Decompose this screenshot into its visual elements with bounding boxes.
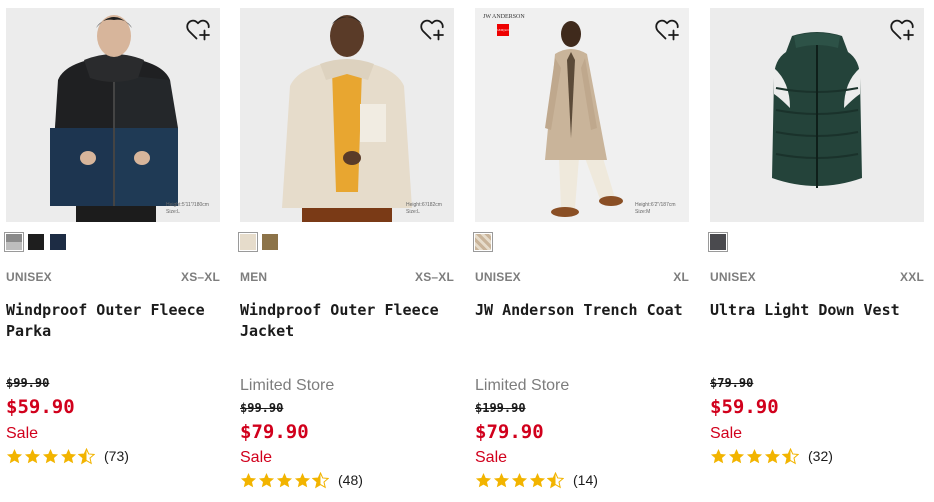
color-swatch-cream[interactable]	[238, 232, 258, 252]
star-icon	[728, 448, 745, 465]
model-height: Height:6'2"/187cm	[635, 202, 676, 208]
half-star-icon	[312, 472, 329, 489]
product-meta: UNISEX XL	[475, 270, 689, 284]
original-price: $99.90	[240, 401, 284, 415]
product-name[interactable]: Windproof Outer Fleece Parka	[6, 300, 220, 342]
original-price: $79.90	[710, 376, 754, 390]
wishlist-heart-plus-icon[interactable]	[185, 17, 211, 43]
sale-badge: Sale	[475, 449, 508, 466]
color-swatches	[4, 232, 72, 252]
star-rating	[240, 472, 329, 489]
sale-badge: Sale	[240, 449, 273, 466]
model-height: Height:5'11"/180cm	[166, 202, 209, 208]
sale-price: $79.90	[240, 421, 309, 443]
size-range: XXL	[900, 270, 924, 284]
product-meta: UNISEX XS–XL	[6, 270, 220, 284]
model-height: Height:6'/182cm	[406, 202, 442, 208]
sale-badge: Sale	[6, 425, 39, 442]
star-icon	[294, 472, 311, 489]
star-rating	[475, 472, 564, 489]
sale-price: $59.90	[6, 396, 75, 418]
color-swatch-black[interactable]	[28, 234, 44, 250]
color-swatch-dark-gray[interactable]	[708, 232, 728, 252]
gender-label: MEN	[240, 270, 268, 284]
gender-label: UNISEX	[475, 270, 521, 284]
color-swatches	[238, 232, 284, 252]
product-name[interactable]: JW Anderson Trench Coat	[475, 300, 689, 321]
product-image[interactable]: Height:5'11"/180cm Size:L	[6, 8, 220, 222]
sale-price: $79.90	[475, 421, 544, 443]
review-count: (14)	[573, 472, 598, 488]
original-price: $99.90	[6, 376, 50, 390]
star-icon	[493, 472, 510, 489]
gender-label: UNISEX	[6, 270, 52, 284]
star-icon	[60, 448, 77, 465]
rating[interactable]: (48)	[240, 471, 363, 489]
product-meta: MEN XS–XL	[240, 270, 454, 284]
wishlist-heart-plus-icon[interactable]	[419, 17, 445, 43]
star-rating	[6, 448, 95, 465]
star-icon	[6, 448, 23, 465]
model-info-note: Height:6'2"/187cm Size:M	[635, 202, 676, 216]
review-count: (73)	[104, 448, 129, 464]
wishlist-heart-plus-icon[interactable]	[654, 17, 680, 43]
star-icon	[258, 472, 275, 489]
star-icon	[529, 472, 546, 489]
review-count: (32)	[808, 448, 833, 464]
star-rating	[710, 448, 799, 465]
rating[interactable]: (73)	[6, 447, 129, 465]
original-price: $199.90	[475, 401, 526, 415]
model-size: Size:L	[166, 209, 180, 215]
product-card-trench-coat[interactable]: JW ANDERSON UNIQLO Height:6'2"/187cm Siz…	[473, 8, 689, 488]
product-meta: UNISEX XXL	[710, 270, 924, 284]
product-card-down-vest[interactable]: UNISEX XXL Ultra Light Down Vest $79.90 …	[708, 8, 924, 464]
wishlist-heart-plus-icon[interactable]	[889, 17, 915, 43]
jw-anderson-logo: JW ANDERSON	[483, 14, 525, 20]
star-icon	[240, 472, 257, 489]
color-swatches	[473, 232, 497, 252]
model-size: Size:M	[635, 209, 651, 215]
uniqlo-logo: UNIQLO	[497, 24, 509, 36]
sale-badge: Sale	[710, 425, 743, 442]
product-image[interactable]	[710, 8, 924, 222]
model-size: Size:L	[406, 209, 420, 215]
product-image[interactable]: JW ANDERSON UNIQLO Height:6'2"/187cm Siz…	[475, 8, 689, 222]
rating[interactable]: (32)	[710, 447, 833, 465]
half-star-icon	[782, 448, 799, 465]
product-name[interactable]: Windproof Outer Fleece Jacket	[240, 300, 454, 342]
product-card-fleece-jacket[interactable]: Height:6'/182cm Size:L MEN XS–XL Windpro…	[238, 8, 454, 488]
star-icon	[475, 472, 492, 489]
sale-price: $59.90	[710, 396, 779, 418]
product-name[interactable]: Ultra Light Down Vest	[710, 300, 924, 321]
color-swatch-gray[interactable]	[4, 232, 24, 252]
limited-store-note: Limited Store	[240, 377, 335, 394]
star-icon	[710, 448, 727, 465]
half-star-icon	[78, 448, 95, 465]
rating[interactable]: (14)	[475, 471, 598, 489]
size-range: XS–XL	[180, 270, 220, 284]
star-icon	[746, 448, 763, 465]
star-icon	[24, 448, 41, 465]
star-icon	[764, 448, 781, 465]
star-icon	[276, 472, 293, 489]
half-star-icon	[547, 472, 564, 489]
color-swatches	[708, 232, 732, 252]
star-icon	[511, 472, 528, 489]
size-range: XL	[673, 270, 689, 284]
review-count: (48)	[338, 472, 363, 488]
size-range: XS–XL	[414, 270, 454, 284]
limited-store-note: Limited Store	[475, 377, 570, 394]
product-card-fleece-parka[interactable]: Height:5'11"/180cm Size:L UNISEX XS–XL W…	[4, 8, 220, 464]
gender-label: UNISEX	[710, 270, 756, 284]
product-image[interactable]: Height:6'/182cm Size:L	[240, 8, 454, 222]
model-info-note: Height:5'11"/180cm Size:L	[166, 202, 209, 216]
color-swatch-navy[interactable]	[50, 234, 66, 250]
color-swatch-brown[interactable]	[262, 234, 278, 250]
star-icon	[42, 448, 59, 465]
model-info-note: Height:6'/182cm Size:L	[406, 202, 442, 216]
color-swatch-beige-check[interactable]	[473, 232, 493, 252]
